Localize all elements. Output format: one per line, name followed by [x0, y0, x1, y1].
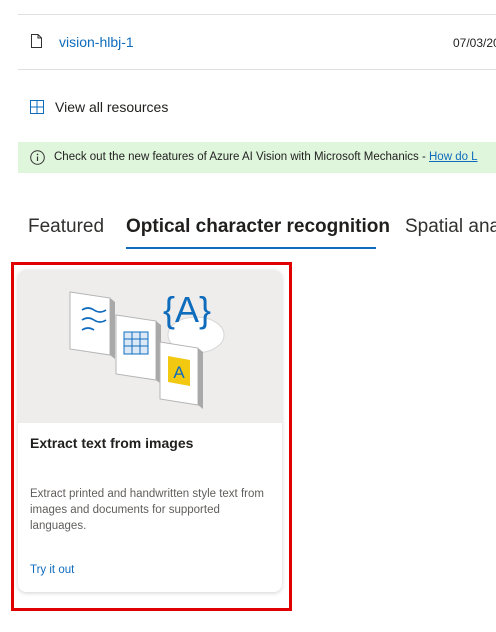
table-doc-icon	[115, 314, 161, 384]
file-icon	[31, 34, 42, 48]
view-all-label: View all resources	[55, 99, 169, 115]
tab-spatial-analysis[interactable]: Spatial ana	[405, 216, 496, 238]
handwriting-doc-icon	[69, 291, 115, 359]
grid-icon	[30, 100, 44, 114]
badge-glyph: A	[173, 363, 185, 382]
ocr-illustration: {A} A	[69, 289, 225, 409]
banner-message: Check out the new features of Azure AI V…	[54, 151, 429, 163]
card-description: Extract printed and handwritten style te…	[30, 488, 264, 532]
extract-text-card[interactable]: {A} A Extract text from images Extract p…	[18, 270, 282, 592]
banner-text: Check out the new features of Azure AI V…	[54, 151, 478, 163]
resource-name-link[interactable]: vision-hlbj-1	[59, 34, 134, 50]
tab-list: Featured Optical character recognition S…	[0, 212, 496, 252]
resource-date: 07/03/20	[453, 36, 496, 50]
card-illustration: {A} A	[18, 270, 282, 423]
tab-optical-character-recognition[interactable]: Optical character recognition	[126, 216, 390, 238]
card-title: Extract text from images	[30, 435, 194, 451]
text-doc-icon: A	[159, 341, 203, 409]
info-icon	[30, 150, 45, 165]
hero-glyph: {A}	[163, 289, 211, 330]
resource-row[interactable]: vision-hlbj-1 07/03/20	[18, 15, 496, 69]
info-banner: Check out the new features of Azure AI V…	[18, 142, 496, 173]
banner-link[interactable]: How do L	[429, 151, 478, 163]
active-tab-indicator	[126, 247, 376, 249]
tab-featured[interactable]: Featured	[28, 216, 104, 238]
row-divider	[18, 69, 496, 70]
try-it-out-link[interactable]: Try it out	[30, 564, 74, 576]
